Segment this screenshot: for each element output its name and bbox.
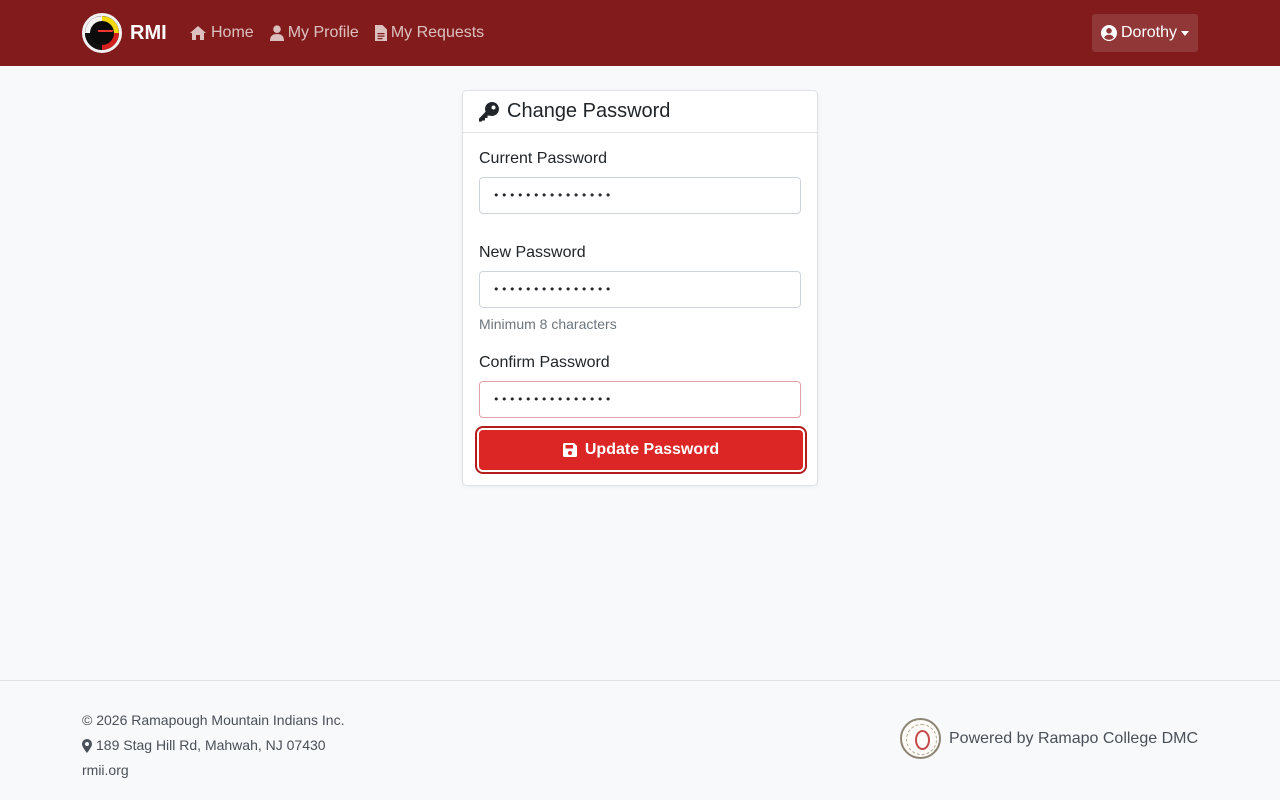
user-icon xyxy=(269,25,284,41)
new-password-hint: Minimum 8 characters xyxy=(479,316,617,332)
nav-requests-label: My Requests xyxy=(390,24,485,41)
new-password-label: New Password xyxy=(479,244,586,261)
footer-address: 189 Stag Hill Rd, Mahwah, NJ 07430 xyxy=(82,733,345,758)
map-marker-icon xyxy=(82,738,92,753)
brand-name: RMI xyxy=(130,21,167,44)
footer-powered-by: Powered by Ramapo College DMC xyxy=(900,718,1198,759)
update-password-label: Update Password xyxy=(584,441,720,458)
powered-by-text: Powered by Ramapo College DMC xyxy=(949,729,1198,747)
brand-link[interactable]: RMI xyxy=(82,13,167,53)
update-password-button[interactable]: Update Password xyxy=(477,428,805,472)
user-name: Dorothy xyxy=(1120,24,1178,41)
card-title: Change Password xyxy=(507,100,671,122)
save-icon xyxy=(562,443,577,457)
confirm-password-input[interactable] xyxy=(479,381,801,418)
current-password-label: Current Password xyxy=(479,150,608,167)
card-header: Change Password xyxy=(463,91,817,133)
top-navbar: RMI Home My Profile My Requests Dorothy xyxy=(0,0,1280,66)
footer-copyright: © 2026 Ramapough Mountain Indians Inc. xyxy=(82,712,345,728)
nav-links: Home My Profile My Requests xyxy=(189,0,500,66)
page-footer: © 2026 Ramapough Mountain Indians Inc. 1… xyxy=(0,680,1280,800)
chevron-down-icon xyxy=(1181,30,1190,36)
confirm-password-label: Confirm Password xyxy=(479,354,610,371)
nav-profile-link[interactable]: My Profile xyxy=(269,24,359,42)
nav-home-label: Home xyxy=(211,24,254,41)
current-password-input[interactable] xyxy=(479,177,801,214)
rmi-logo xyxy=(82,13,122,53)
user-circle-icon xyxy=(1100,25,1117,41)
file-icon xyxy=(374,25,387,41)
change-password-card: Change Password Current Password New Pas… xyxy=(462,90,818,486)
key-icon xyxy=(479,101,499,122)
footer-website-link[interactable]: rmii.org xyxy=(82,758,345,783)
new-password-input[interactable] xyxy=(479,271,801,308)
nav-home-link[interactable]: Home xyxy=(189,24,254,42)
password-form: Current Password New Password Minimum 8 … xyxy=(463,133,817,418)
ramapo-college-seal xyxy=(900,718,941,759)
footer-address-text: 189 Stag Hill Rd, Mahwah, NJ 07430 xyxy=(96,737,326,753)
footer-info: © 2026 Ramapough Mountain Indians Inc. 1… xyxy=(82,708,345,783)
user-dropdown-toggle[interactable]: Dorothy xyxy=(1092,14,1198,52)
nav-requests-link[interactable]: My Requests xyxy=(374,24,485,42)
nav-profile-label: My Profile xyxy=(287,24,359,41)
home-icon xyxy=(190,26,206,40)
